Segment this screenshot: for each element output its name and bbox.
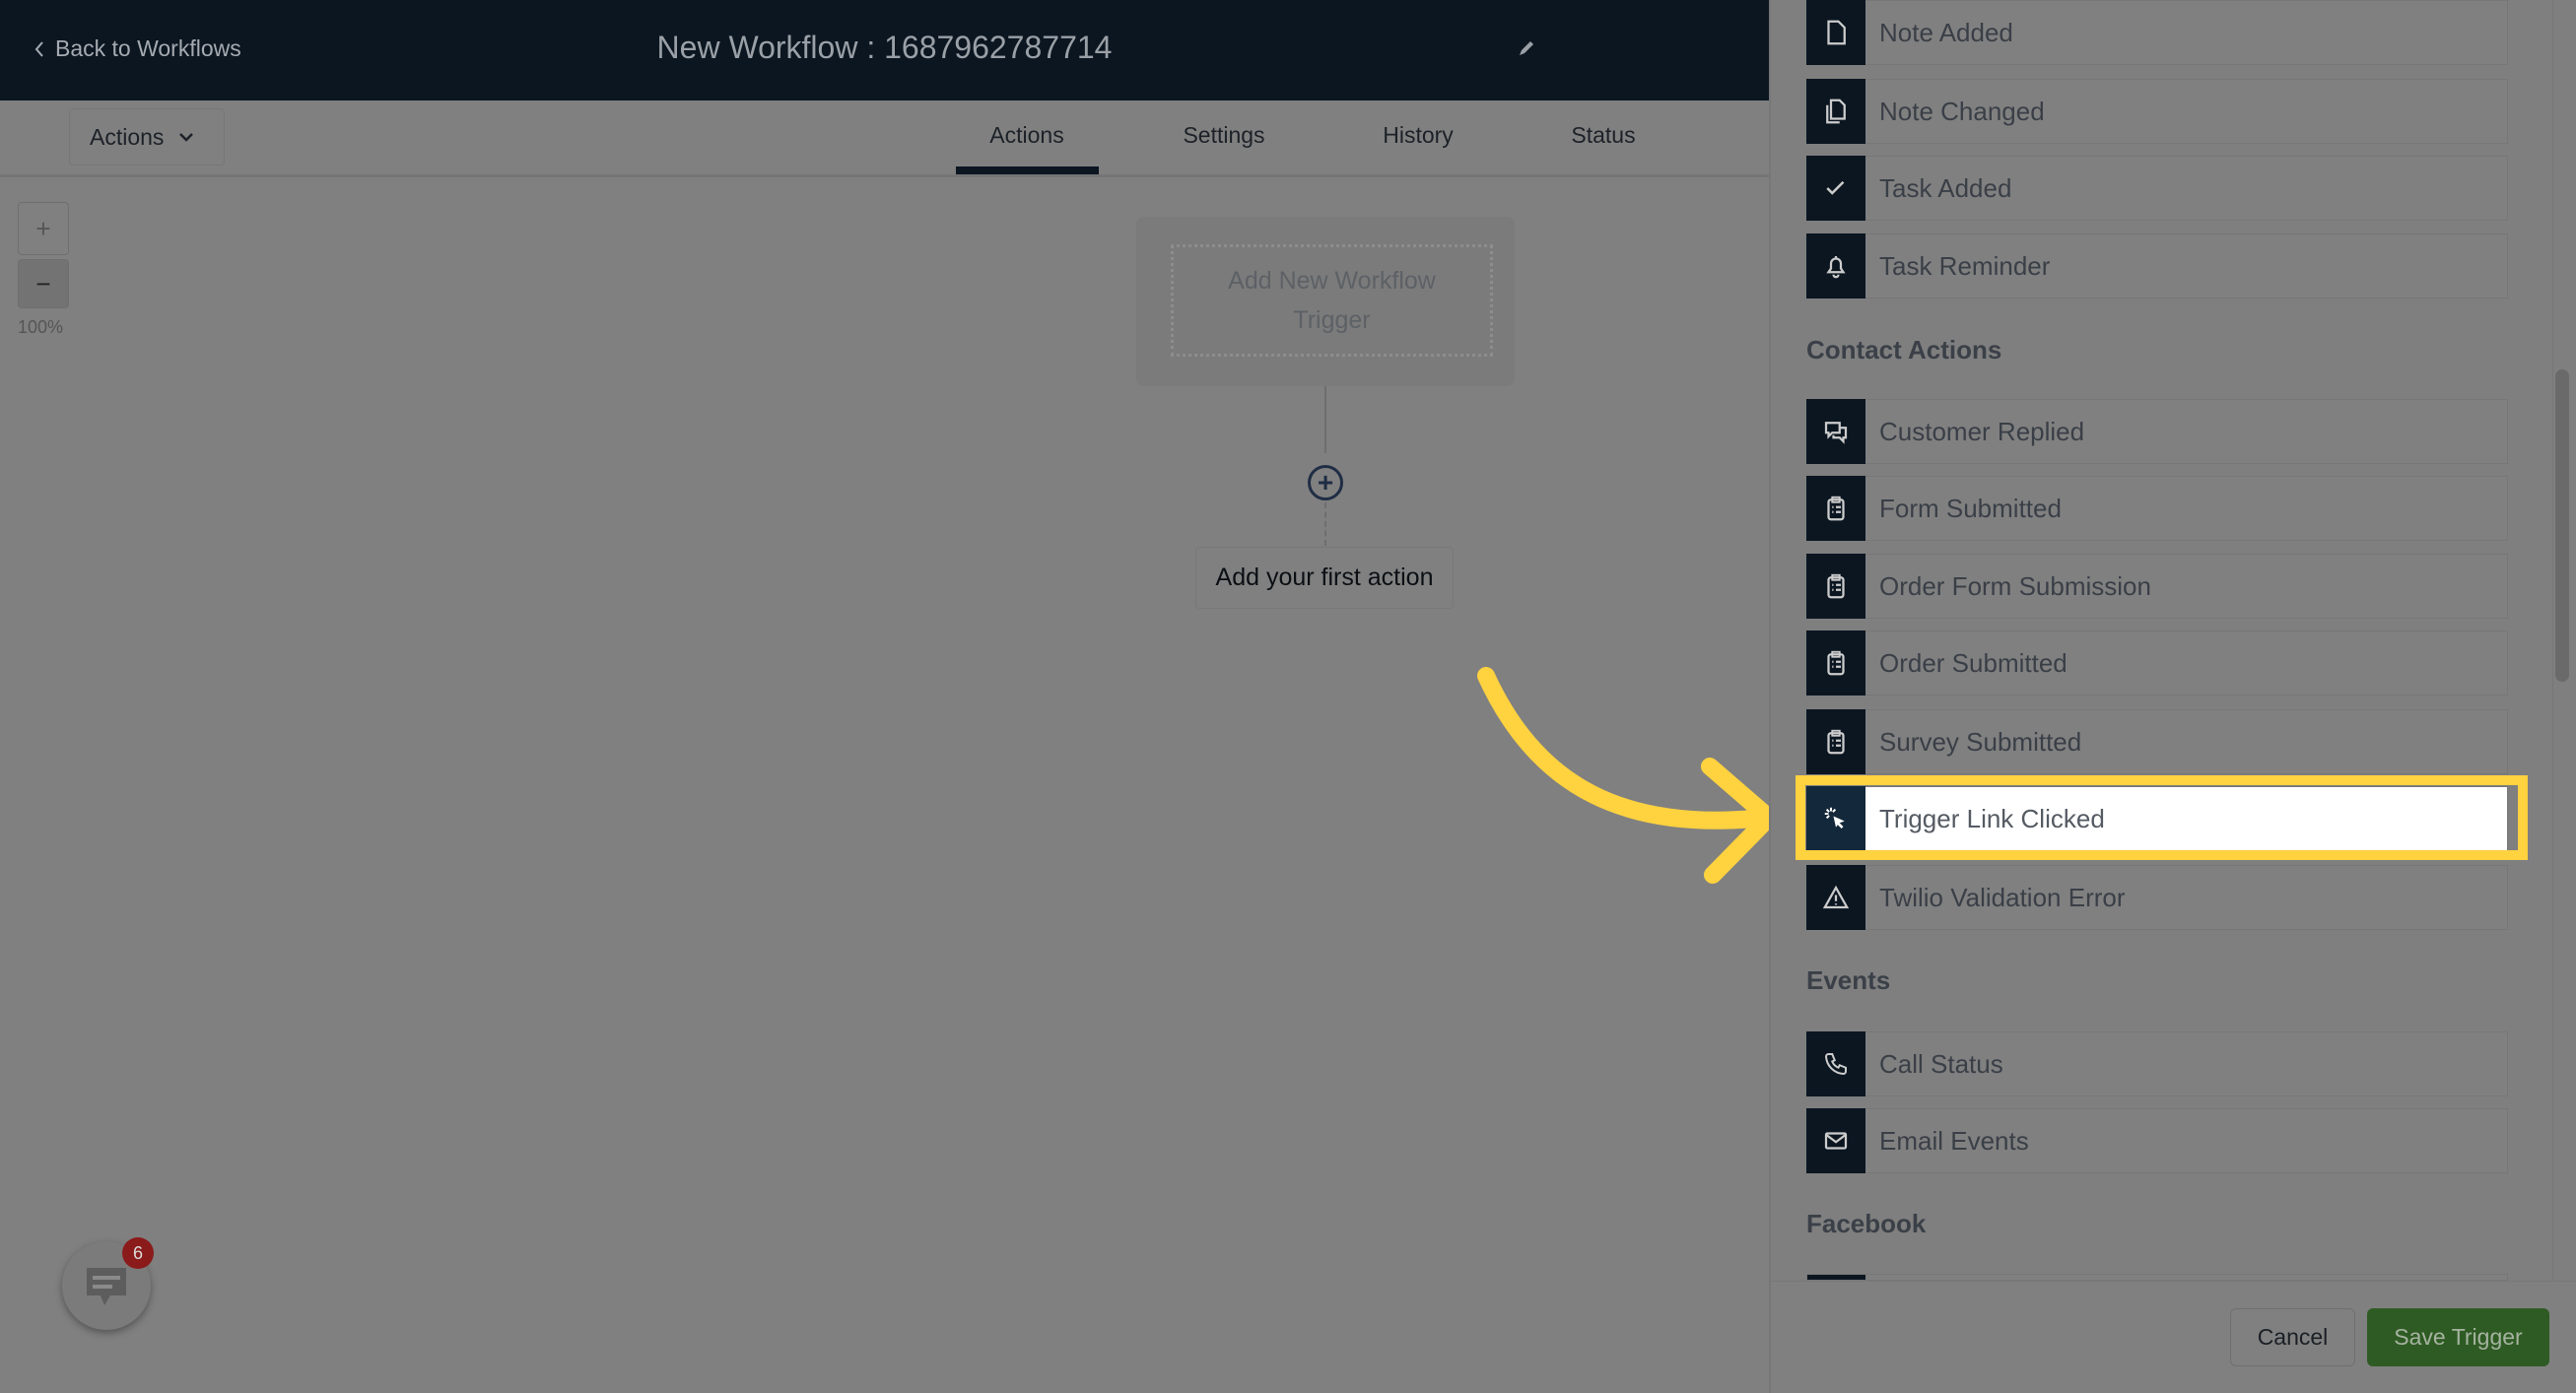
section-heading-facebook: Facebook <box>1806 1209 1927 1238</box>
zoom-out-button[interactable]: − <box>18 259 69 308</box>
trigger-option-task-reminder[interactable]: Task Reminder <box>1806 232 2508 298</box>
trigger-option-label: Task Reminder <box>1879 250 2051 281</box>
section-heading-contact-actions: Contact Actions <box>1806 335 2002 365</box>
trigger-option-note-added[interactable]: Note Added <box>1806 0 2508 65</box>
trigger-option-label: Survey Submitted <box>1879 726 2082 757</box>
tab-history[interactable]: History <box>1383 122 1454 149</box>
connector-line <box>1324 386 1326 453</box>
bell-icon <box>1806 232 1865 298</box>
sub-toolbar <box>0 100 1769 177</box>
trigger-option-order-form-submission[interactable]: Order Form Submission <box>1806 553 2508 619</box>
trigger-option-label: Note Changed <box>1879 96 2045 126</box>
warning-icon <box>1806 864 1865 930</box>
trigger-option-customer-replied[interactable]: Customer Replied <box>1806 398 2508 464</box>
file-icon <box>1806 0 1865 65</box>
workflow-title: New Workflow : 1687962787714 <box>656 30 1113 65</box>
trigger-option-label: Order Form Submission <box>1879 570 2151 601</box>
trigger-option-order-submitted[interactable]: Order Submitted <box>1806 630 2508 696</box>
yellow-arrow-annotation <box>1477 667 1778 884</box>
actions-dropdown-label: Actions <box>90 123 165 150</box>
trigger-option-survey-submitted[interactable]: Survey Submitted <box>1806 708 2508 774</box>
clipboard-icon <box>1806 708 1865 774</box>
connector-dashed-line <box>1324 502 1326 546</box>
add-first-action-button[interactable]: Add your first action <box>1195 547 1454 609</box>
zoom-level: 100% <box>18 317 64 337</box>
trigger-option-label: Note Added <box>1879 17 2013 47</box>
check-icon <box>1806 155 1865 221</box>
trigger-option-label: Order Submitted <box>1879 647 2068 678</box>
trigger-option-note-changed[interactable]: Note Changed <box>1806 78 2508 144</box>
trigger-option-label: Call Status <box>1879 1048 2003 1079</box>
option-icon <box>1807 1275 1865 1280</box>
trigger-option-label: Customer Replied <box>1879 416 2085 446</box>
trigger-option-form-submitted[interactable]: Form Submitted <box>1806 475 2508 541</box>
chevron-down-icon <box>179 133 194 142</box>
trigger-option-partial[interactable] <box>1806 1274 2508 1281</box>
pencil-edit-icon[interactable] <box>1516 37 1537 59</box>
trigger-option-label: Task Added <box>1879 172 2012 203</box>
scrollbar-thumb[interactable] <box>2555 369 2569 682</box>
add-trigger-placeholder[interactable]: Add New Workflow Trigger <box>1171 244 1493 357</box>
trigger-placeholder-text: Add New Workflow Trigger <box>1228 267 1436 334</box>
trigger-option-task-added[interactable]: Task Added <box>1806 155 2508 221</box>
tab-actions[interactable]: Actions <box>989 122 1063 149</box>
files-icon <box>1806 78 1865 144</box>
trigger-option-label: Form Submitted <box>1879 493 2062 523</box>
trigger-option-label: Twilio Validation Error <box>1879 882 2126 912</box>
clipboard-icon <box>1806 553 1865 619</box>
envelope-icon <box>1806 1107 1865 1173</box>
tab-settings[interactable]: Settings <box>1183 122 1264 149</box>
active-tab-indicator <box>956 166 1099 174</box>
section-heading-events: Events <box>1806 965 1891 995</box>
add-action-plus-icon[interactable]: + <box>1308 465 1343 500</box>
clipboard-icon <box>1806 630 1865 696</box>
chat-icon <box>87 1268 126 1305</box>
notification-badge: 6 <box>122 1237 154 1269</box>
clipboard-icon <box>1806 475 1865 541</box>
trigger-option-label: Email Events <box>1879 1125 2029 1156</box>
highlight-box <box>1796 775 2528 860</box>
save-trigger-button[interactable]: Save Trigger <box>2367 1308 2549 1366</box>
zoom-in-button[interactable]: + <box>18 202 69 255</box>
actions-dropdown[interactable]: Actions <box>69 108 225 166</box>
trigger-option-call-status[interactable]: Call Status <box>1806 1030 2508 1096</box>
tab-status[interactable]: Status <box>1571 122 1635 149</box>
cancel-button[interactable]: Cancel <box>2230 1308 2355 1366</box>
trigger-option-twilio-validation-error[interactable]: Twilio Validation Error <box>1806 864 2508 930</box>
phone-icon <box>1806 1030 1865 1096</box>
trigger-option-email-events[interactable]: Email Events <box>1806 1107 2508 1173</box>
chat-bubbles-icon <box>1806 398 1865 464</box>
